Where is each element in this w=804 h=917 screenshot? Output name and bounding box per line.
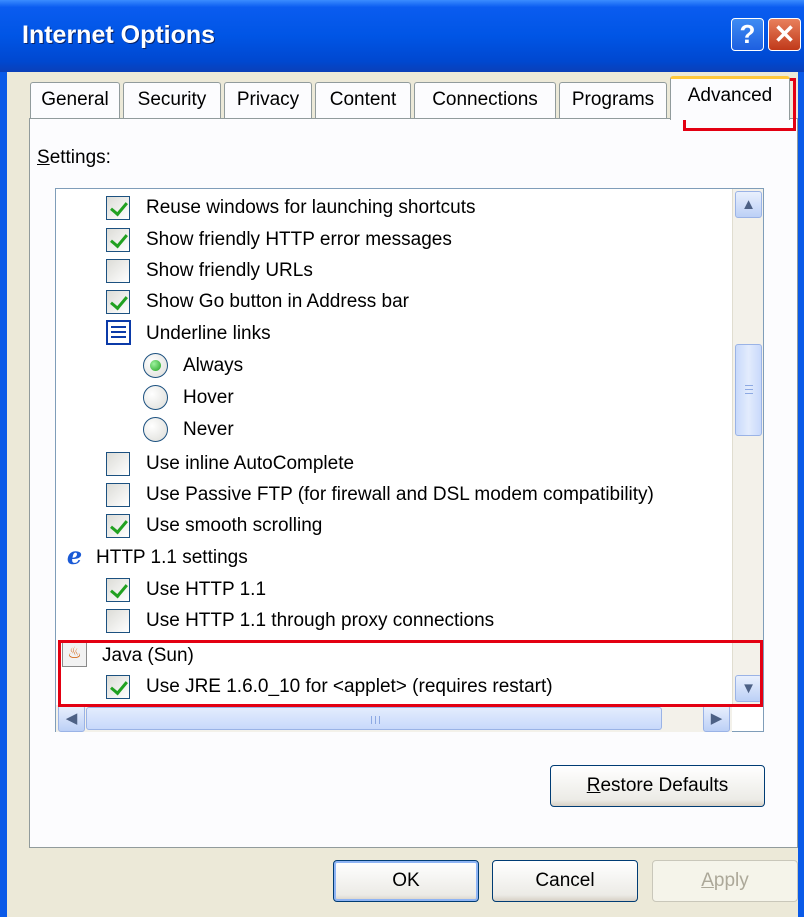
- horizontal-scroll-thumb[interactable]: [86, 707, 662, 730]
- vertical-scrollbar[interactable]: ▲ ▼: [732, 189, 763, 705]
- window-title: Internet Options: [22, 21, 216, 49]
- tab-privacy[interactable]: Privacy: [224, 82, 312, 118]
- checkbox[interactable]: [106, 675, 130, 699]
- radio-dot-icon: [150, 360, 161, 371]
- apply-button[interactable]: Apply: [652, 860, 798, 902]
- window-border-right: [798, 72, 804, 917]
- check-icon: [110, 515, 128, 535]
- checkbox[interactable]: [106, 609, 130, 633]
- tab-programs[interactable]: Programs: [559, 82, 667, 118]
- restore-defaults-button[interactable]: Restore Defaults: [550, 765, 765, 807]
- window-border-left: [0, 72, 7, 917]
- checkbox[interactable]: [106, 196, 130, 220]
- tab-content[interactable]: Content: [315, 82, 411, 118]
- help-button[interactable]: ?: [731, 18, 764, 51]
- radio-button[interactable]: [143, 353, 168, 378]
- tab-connections[interactable]: Connections: [414, 82, 556, 118]
- cancel-button[interactable]: Cancel: [492, 860, 638, 902]
- list-icon: [106, 320, 131, 345]
- checkbox[interactable]: [106, 228, 130, 252]
- checkbox[interactable]: [106, 259, 130, 283]
- checkbox[interactable]: [106, 514, 130, 538]
- scroll-left-icon[interactable]: ◀: [58, 705, 85, 732]
- radio-button[interactable]: [143, 385, 168, 410]
- scroll-right-icon[interactable]: ▶: [703, 705, 730, 732]
- tab-general[interactable]: General: [30, 82, 120, 118]
- help-icon: ?: [739, 19, 756, 49]
- ie-icon: e: [66, 541, 83, 570]
- settings-tree[interactable]: Reuse windows for launching shortcuts Sh…: [55, 188, 764, 732]
- check-icon: [110, 229, 128, 249]
- ok-button[interactable]: OK: [333, 860, 479, 902]
- checkbox[interactable]: [106, 290, 130, 314]
- horizontal-scrollbar[interactable]: ◀ ▶: [56, 705, 732, 732]
- check-icon: [110, 291, 128, 311]
- check-icon: [110, 197, 128, 217]
- check-icon: [110, 579, 128, 599]
- scroll-down-icon[interactable]: ▼: [735, 675, 762, 702]
- tab-security[interactable]: Security: [123, 82, 221, 118]
- close-icon: ✕: [773, 19, 796, 49]
- java-icon: ♨: [62, 642, 87, 667]
- radio-button[interactable]: [143, 417, 168, 442]
- close-button[interactable]: ✕: [768, 18, 801, 51]
- checkbox[interactable]: [106, 452, 130, 476]
- vertical-scroll-thumb[interactable]: [735, 344, 762, 436]
- title-bar[interactable]: Internet Options ? ✕: [0, 0, 804, 72]
- tab-advanced[interactable]: Advanced: [670, 76, 790, 120]
- checkbox[interactable]: [106, 483, 130, 507]
- check-icon: [110, 676, 128, 696]
- checkbox[interactable]: [106, 578, 130, 602]
- scroll-up-icon[interactable]: ▲: [735, 191, 762, 218]
- settings-label: Settings:: [37, 147, 111, 168]
